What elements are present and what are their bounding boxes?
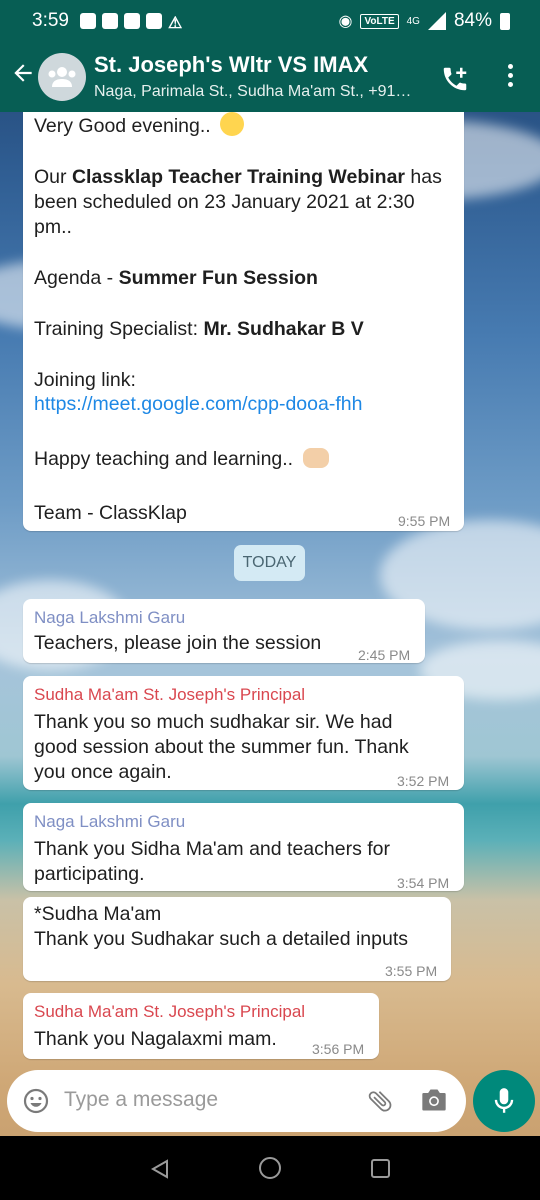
message-text: Team - ClassKlap — [34, 502, 187, 524]
message-text: *Sudha Ma'am — [34, 903, 162, 925]
message-text: you once again. — [34, 761, 172, 783]
sender-name[interactable]: Sudha Ma'am St. Joseph's Principal — [34, 682, 305, 707]
message-text: Very Good evening.. — [34, 112, 245, 139]
message-bubble[interactable]: Very Good evening.. Our Classklap Teache… — [23, 112, 464, 531]
image-icon — [146, 13, 162, 29]
emoji-icon[interactable] — [23, 1088, 49, 1114]
message-input[interactable]: Type a message — [64, 1088, 218, 1112]
group-avatar[interactable] — [38, 53, 86, 101]
message-text: Joining link: — [34, 369, 136, 391]
camera-icon[interactable] — [420, 1087, 448, 1118]
hotspot-icon: ◉ — [338, 13, 353, 30]
message-text: Training Specialist: Mr. Sudhakar B V — [34, 318, 364, 340]
voice-message-button[interactable] — [473, 1070, 535, 1132]
signal-icon — [427, 12, 446, 30]
message-time: 9:55 PM — [398, 513, 451, 529]
volte-badge: VoLTE — [360, 13, 399, 29]
chat-title[interactable]: St. Joseph's Wltr VS IMAX — [94, 52, 368, 78]
youtube-icon — [124, 13, 140, 29]
notification-icons: ⚠ — [80, 13, 182, 33]
message-time: 3:54 PM — [397, 875, 450, 891]
battery-percent: 84% — [453, 10, 492, 31]
system-navigation-bar — [0, 1136, 540, 1200]
sender-name[interactable]: Naga Lakshmi Garu — [34, 605, 185, 630]
chat-participants[interactable]: Naga, Parimala St., Sudha Ma'am St., +91… — [94, 83, 411, 101]
chat-header[interactable]: St. Joseph's Wltr VS IMAX Naga, Parimala… — [0, 42, 540, 112]
message-bubble[interactable]: Naga Lakshmi Garu Thank you Sidha Ma'am … — [23, 803, 464, 891]
message-bubble[interactable]: *Sudha Ma'am Thank you Sudhakar such a d… — [23, 897, 451, 981]
message-time: 3:52 PM — [397, 773, 450, 789]
back-arrow-icon[interactable] — [10, 60, 36, 93]
message-time: 3:56 PM — [312, 1041, 365, 1057]
nav-recents-icon[interactable] — [371, 1159, 390, 1178]
add-call-icon[interactable] — [440, 64, 470, 99]
message-time: 2:45 PM — [358, 647, 411, 663]
battery-icon — [500, 12, 510, 30]
notification-icon — [80, 13, 96, 29]
microphone-icon — [494, 1088, 514, 1113]
meeting-link[interactable]: https://meet.google.com/cpp-dooa-fhh — [34, 392, 362, 417]
message-bubble[interactable]: Sudha Ma'am St. Joseph's Principal Thank… — [23, 993, 379, 1059]
network-type: 4G — [406, 15, 420, 27]
message-text: Agenda - Summer Fun Session — [34, 267, 318, 289]
message-text: Teachers, please join the session — [34, 632, 322, 654]
message-text: Thank you Sidha Ma'am and teachers for — [34, 838, 390, 860]
message-time: 3:55 PM — [385, 963, 438, 979]
message-text: participating. — [34, 863, 145, 885]
status-bar: 3:59 ⚠ ◉ VoLTE 4G 84% — [0, 0, 540, 42]
smile-emoji-icon — [220, 112, 245, 136]
message-text: Happy teaching and learning.. — [34, 447, 329, 472]
group-icon — [48, 67, 76, 87]
message-bubble[interactable]: Sudha Ma'am St. Joseph's Principal Thank… — [23, 676, 464, 790]
message-composer[interactable]: Type a message — [7, 1070, 466, 1132]
nav-home-icon[interactable] — [259, 1157, 281, 1179]
message-text: Thank you so much sudhakar sir. We had — [34, 711, 393, 733]
more-options-icon[interactable] — [505, 64, 515, 87]
message-text: Thank you Sudhakar such a detailed input… — [34, 928, 408, 950]
youtube-icon — [102, 13, 118, 29]
message-text: Thank you Nagalaxmi mam. — [34, 1028, 277, 1050]
handshake-emoji-icon — [302, 448, 329, 468]
message-text: Our Classklap Teacher Training Webinar h… — [34, 166, 442, 188]
message-text: been scheduled on 23 January 2021 at 2:3… — [34, 191, 415, 213]
message-text: pm.. — [34, 216, 72, 238]
status-time: 3:59 — [32, 10, 69, 31]
date-divider: TODAY — [234, 545, 305, 581]
message-bubble[interactable]: Naga Lakshmi Garu Teachers, please join … — [23, 599, 425, 663]
attach-icon[interactable] — [365, 1087, 395, 1120]
sender-name[interactable]: Naga Lakshmi Garu — [34, 809, 185, 834]
nav-back-icon[interactable] — [150, 1159, 170, 1179]
warning-icon: ⚠ — [168, 15, 183, 32]
message-text: good session about the summer fun. Thank — [34, 736, 409, 758]
sender-name[interactable]: Sudha Ma'am St. Joseph's Principal — [34, 999, 305, 1024]
system-indicators: ◉ VoLTE 4G 84% — [338, 10, 510, 32]
message-list[interactable]: Very Good evening.. Our Classklap Teache… — [0, 112, 540, 1136]
